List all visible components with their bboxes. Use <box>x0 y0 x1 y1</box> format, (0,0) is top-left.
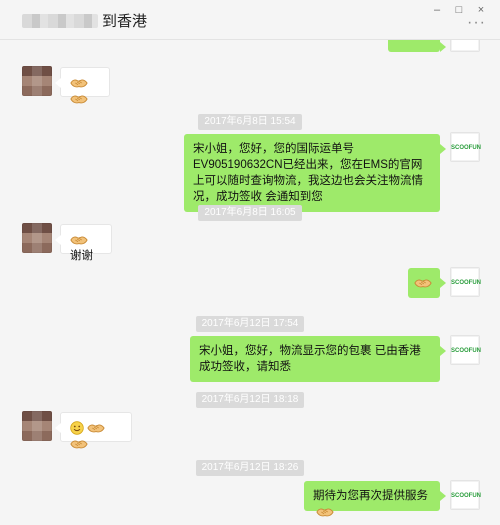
timestamp: 2017年6月8日 15:54 <box>0 111 500 130</box>
self-avatar[interactable]: SCOOFUN <box>450 480 481 510</box>
message-text: 宋小姐，您好，物流显示您的包裹 已由香港成功签收，请知悉 <box>199 345 421 373</box>
self-avatar[interactable]: SCOOFUN <box>450 40 481 52</box>
message-bubble-contact <box>55 412 132 442</box>
handshake-icon <box>414 276 432 290</box>
title-bar: 到香港 – □ × ··· <box>0 0 500 40</box>
message-bubble-self: 期待为您再次提供服务 <box>304 481 446 511</box>
contact-avatar[interactable] <box>22 411 52 441</box>
message-text: 宋小姐，您好，您的国际运单号EV905190632CN已经出来，您在EMS的官网… <box>193 143 423 203</box>
contact-avatar[interactable] <box>22 223 52 253</box>
handshake-icon <box>87 421 105 435</box>
timestamp: 2017年6月12日 18:18 <box>0 389 500 408</box>
handshake-icon <box>70 92 88 106</box>
timestamp: 2017年6月12日 18:26 <box>0 457 500 476</box>
self-avatar[interactable]: SCOOFUN <box>450 335 481 365</box>
message-text: 期待为您再次提供服务 <box>313 490 428 502</box>
smile-icon <box>70 421 84 435</box>
message-text: 谢谢 <box>70 250 93 262</box>
message-bubble-self: 宋小姐，您好，物流显示您的包裹 已由香港成功签收，请知悉 <box>190 336 446 382</box>
chat-title: 到香港 <box>102 13 148 30</box>
self-avatar[interactable]: SCOOFUN <box>450 267 481 297</box>
self-avatar[interactable]: SCOOFUN <box>450 132 481 162</box>
message-bubble-self <box>408 268 446 298</box>
message-bubble-contact <box>55 67 110 97</box>
contact-name-blurred <box>22 14 98 28</box>
minimize-button[interactable]: – <box>426 2 448 18</box>
timestamp: 2017年6月12日 17:54 <box>0 313 500 332</box>
handshake-icon <box>70 437 88 451</box>
message-bubble-self: 宋小姐，您好，您的国际运单号EV905190632CN已经出来，您在EMS的官网… <box>184 134 446 212</box>
handshake-icon <box>70 233 88 247</box>
handshake-icon <box>316 505 334 519</box>
handshake-icon <box>70 76 88 90</box>
timestamp: 2017年6月8日 16:05 <box>0 202 500 221</box>
more-options-icon[interactable]: ··· <box>467 14 486 32</box>
chat-area[interactable]: SCOOFUN 2017年6月8日 15:54 SCOOFUN 宋小姐，您好，您… <box>0 40 500 525</box>
message-bubble-partial <box>388 40 446 52</box>
contact-avatar[interactable] <box>22 66 52 96</box>
message-bubble-contact: 谢谢 <box>55 224 112 262</box>
